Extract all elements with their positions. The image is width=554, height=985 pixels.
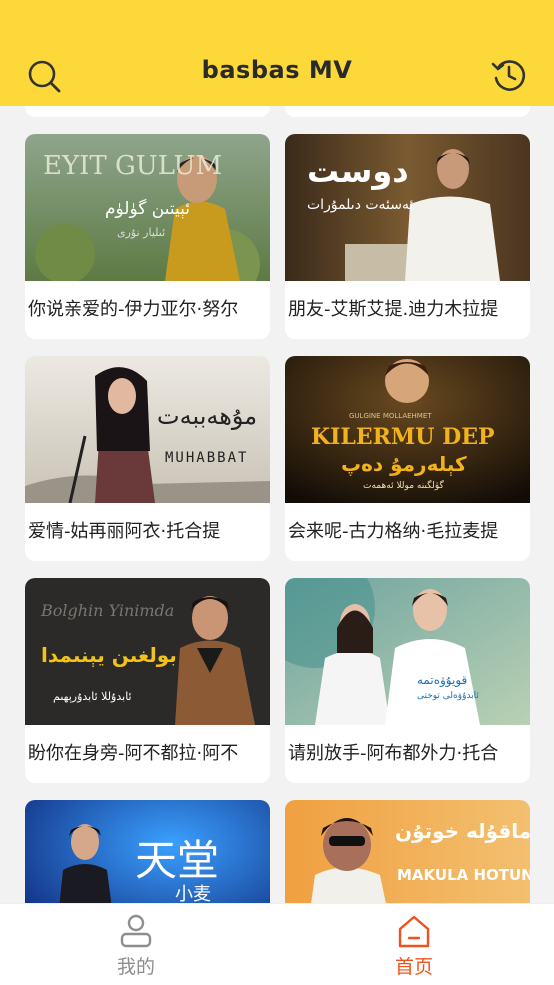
- video-feed[interactable]: EYIT GULUM ئېيتىن گۈلۈم ئىليار نۇرى 你说亲爱…: [0, 106, 554, 903]
- thumb-title-uyghur: ماقۇلە خوتۇن: [395, 819, 530, 843]
- thumb-title: MUHABBAT: [165, 450, 248, 466]
- video-card-partial[interactable]: [25, 106, 270, 117]
- video-thumbnail: ماقۇلە خوتۇن MAKULA HOTUN: [285, 800, 530, 903]
- video-thumbnail: GULGINE MOLLAEHMET KILERMU DEP كېلەرمۇ د…: [285, 356, 530, 503]
- thumb-artist: ئابدۇللا ئابدۇرېھىم: [53, 690, 132, 703]
- thumb-artist: ئابدۇۋەلى توختى: [417, 691, 479, 701]
- thumb-artist: 小麦: [175, 884, 211, 903]
- thumb-title: 天堂: [135, 836, 219, 885]
- video-card[interactable]: Bolghin Yinimda بولغىن يېنىمدا ئابدۇللا …: [25, 578, 270, 783]
- video-card[interactable]: مۇھەببەت MUHABBAT 爱情-姑再丽阿衣·托合提: [25, 356, 270, 561]
- thumb-title: MAKULA HOTUN: [397, 866, 530, 884]
- app-title: basbas MV: [201, 56, 353, 84]
- video-thumbnail: دوست ئەسئەت دىلمۇرات: [285, 134, 530, 281]
- thumb-title: Bolghin Yinimda: [40, 601, 174, 620]
- thumb-title: دوست: [307, 152, 409, 190]
- video-title: 你说亲爱的-伊力亚尔·努尔: [28, 299, 239, 320]
- video-card[interactable]: ماقۇلە خوتۇن MAKULA HOTUN: [285, 800, 530, 903]
- video-card[interactable]: GULGINE MOLLAEHMET KILERMU DEP كېلەرمۇ د…: [285, 356, 530, 561]
- user-icon: [120, 914, 152, 948]
- thumb-artist: GULGINE MOLLAEHMET: [349, 412, 432, 420]
- thumb-title: KILERMU DEP: [311, 424, 495, 450]
- video-thumbnail: EYIT GULUM ئېيتىن گۈلۈم ئىليار نۇرى: [25, 134, 270, 281]
- thumb-title-uyghur: كېلەرمۇ دەپ: [341, 452, 467, 477]
- thumb-title-uyghur: بولغىن يېنىمدا: [41, 643, 177, 668]
- video-title: 会来呢-古力格纳·毛拉麦提: [288, 521, 499, 542]
- video-card[interactable]: دوست ئەسئەت دىلمۇرات 朋友-艾斯艾提.迪力木拉提: [285, 134, 530, 339]
- thumb-artist: ئەسئەت دىلمۇرات: [307, 197, 414, 213]
- thumb-artist: ئىليار نۇرى: [117, 226, 165, 239]
- video-thumbnail: Bolghin Yinimda بولغىن يېنىمدا ئابدۇللا …: [25, 578, 270, 725]
- history-icon[interactable]: [490, 56, 528, 94]
- tab-home[interactable]: 首页: [344, 904, 484, 985]
- tab-mine-label: 我的: [116, 956, 155, 978]
- video-card[interactable]: قويۇۋەتمە ئابدۇۋەلى توختى 请别放手-阿布都外力·托合: [285, 578, 530, 783]
- bottom-tab-bar: 我的 首页: [0, 903, 554, 985]
- video-card[interactable]: EYIT GULUM ئېيتىن گۈلۈم ئىليار نۇرى 你说亲爱…: [25, 134, 270, 339]
- video-card-partial[interactable]: [285, 106, 530, 117]
- thumb-title-uyghur: مۇھەببەت: [157, 402, 257, 430]
- video-card[interactable]: 天堂 小麦: [25, 800, 270, 903]
- video-title: 盼你在身旁-阿不都拉·阿不: [28, 743, 239, 764]
- tab-mine[interactable]: 我的: [66, 904, 206, 985]
- thumb-artist-uyghur: گۈلگىنە موللا ئەھمەت: [363, 479, 445, 491]
- video-title: 爱情-姑再丽阿衣·托合提: [28, 521, 221, 542]
- video-thumbnail: مۇھەببەت MUHABBAT: [25, 356, 270, 503]
- thumb-title: EYIT GULUM: [43, 151, 222, 181]
- home-icon: [398, 915, 430, 948]
- thumb-title-uyghur: ئېيتىن گۈلۈم: [105, 198, 190, 219]
- video-title: 朋友-艾斯艾提.迪力木拉提: [288, 299, 499, 320]
- video-title: 请别放手-阿布都外力·托合: [288, 743, 499, 764]
- video-thumbnail: 天堂 小麦: [25, 800, 270, 903]
- app-header: basbas MV: [0, 0, 554, 106]
- tab-home-label: 首页: [394, 956, 433, 978]
- video-thumbnail: قويۇۋەتمە ئابدۇۋەلى توختى: [285, 578, 530, 725]
- thumb-title-uyghur: قويۇۋەتمە: [417, 673, 467, 688]
